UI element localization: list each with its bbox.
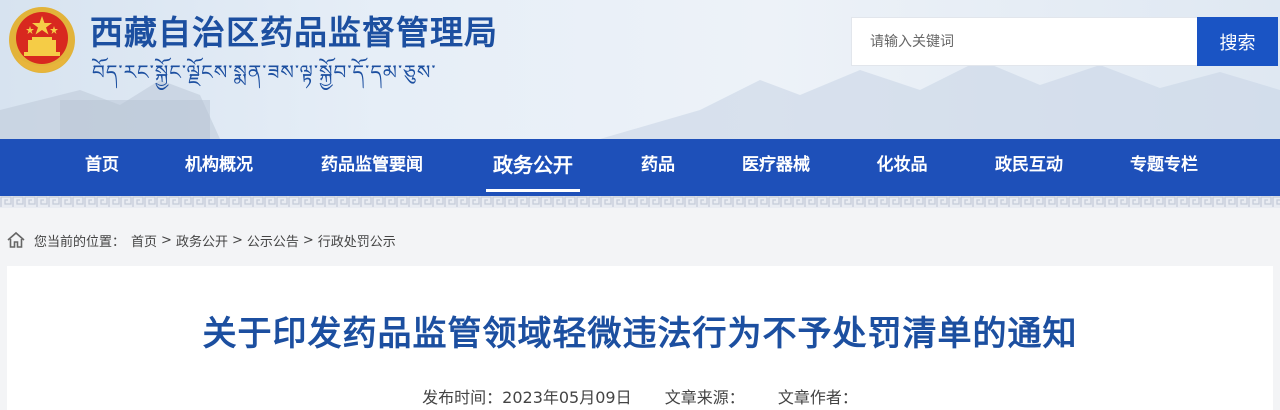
nav-item-interaction[interactable]: 政民互动 xyxy=(991,139,1067,196)
nav-item-about[interactable]: 机构概况 xyxy=(181,139,257,196)
breadcrumb-link-government-affairs[interactable]: 政务公开 xyxy=(176,231,228,250)
site-subtitle-tibetan: བོད་རང་སྐྱོང་ལྗོངས་སྨན་ཟས་ལྟ་སྐྱོབ་དོ་དམ… xyxy=(92,60,437,84)
nav-item-drugs[interactable]: 药品 xyxy=(638,139,678,196)
nav-item-home[interactable]: 首页 xyxy=(82,139,122,196)
article-author: 文章作者： xyxy=(777,388,858,407)
breadcrumb-separator: > xyxy=(302,232,314,248)
site-title: 西藏自治区药品监督管理局 xyxy=(90,13,498,52)
search-button[interactable]: 搜索 xyxy=(1197,17,1278,66)
nav-item-government-affairs[interactable]: 政务公开 xyxy=(486,139,580,196)
breadcrumb-link-announcements[interactable]: 公示公告 xyxy=(247,231,299,250)
site-header: 西藏自治区药品监督管理局 བོད་རང་སྐྱོང་ལྗོངས་སྨན་ཟས་ལ… xyxy=(0,0,1280,139)
main-nav: 首页 机构概况 药品监管要闻 政务公开 药品 医疗器械 化妆品 政民互动 专题专… xyxy=(0,139,1280,196)
breadcrumb-separator: > xyxy=(161,232,172,248)
nav-item-news[interactable]: 药品监管要闻 xyxy=(316,139,428,196)
home-icon xyxy=(7,231,25,248)
nav-item-medical-devices[interactable]: 医疗器械 xyxy=(738,139,814,196)
article-meta: 发布时间：2023年05月09日 文章来源： 文章作者： xyxy=(7,384,1273,408)
breadcrumb-prefix: 您当前的位置： xyxy=(34,234,126,250)
article-panel: 关于印发药品监管领域轻微违法行为不予处罚清单的通知 发布时间：2023年05月0… xyxy=(7,266,1273,410)
article-source: 文章来源： xyxy=(664,388,745,407)
national-emblem-icon xyxy=(9,7,75,73)
search-input[interactable] xyxy=(851,17,1197,66)
publish-time: 发布时间：2023年05月09日 xyxy=(422,388,632,407)
decorative-pattern-band xyxy=(0,196,1280,208)
nav-item-cosmetics[interactable]: 化妆品 xyxy=(873,139,931,196)
article-title: 关于印发药品监管领域轻微违法行为不予处罚清单的通知 xyxy=(202,314,1078,354)
breadcrumb-link-penalty-disclosure[interactable]: 行政处罚公示 xyxy=(318,231,396,250)
breadcrumb: 您当前的位置： 首页 > 政务公开 > 公示公告 > 行政处罚公示 xyxy=(6,228,396,252)
breadcrumb-link-home[interactable]: 首页 xyxy=(131,231,157,250)
breadcrumb-separator: > xyxy=(231,232,243,248)
nav-item-special-topics[interactable]: 专题专栏 xyxy=(1126,139,1202,196)
